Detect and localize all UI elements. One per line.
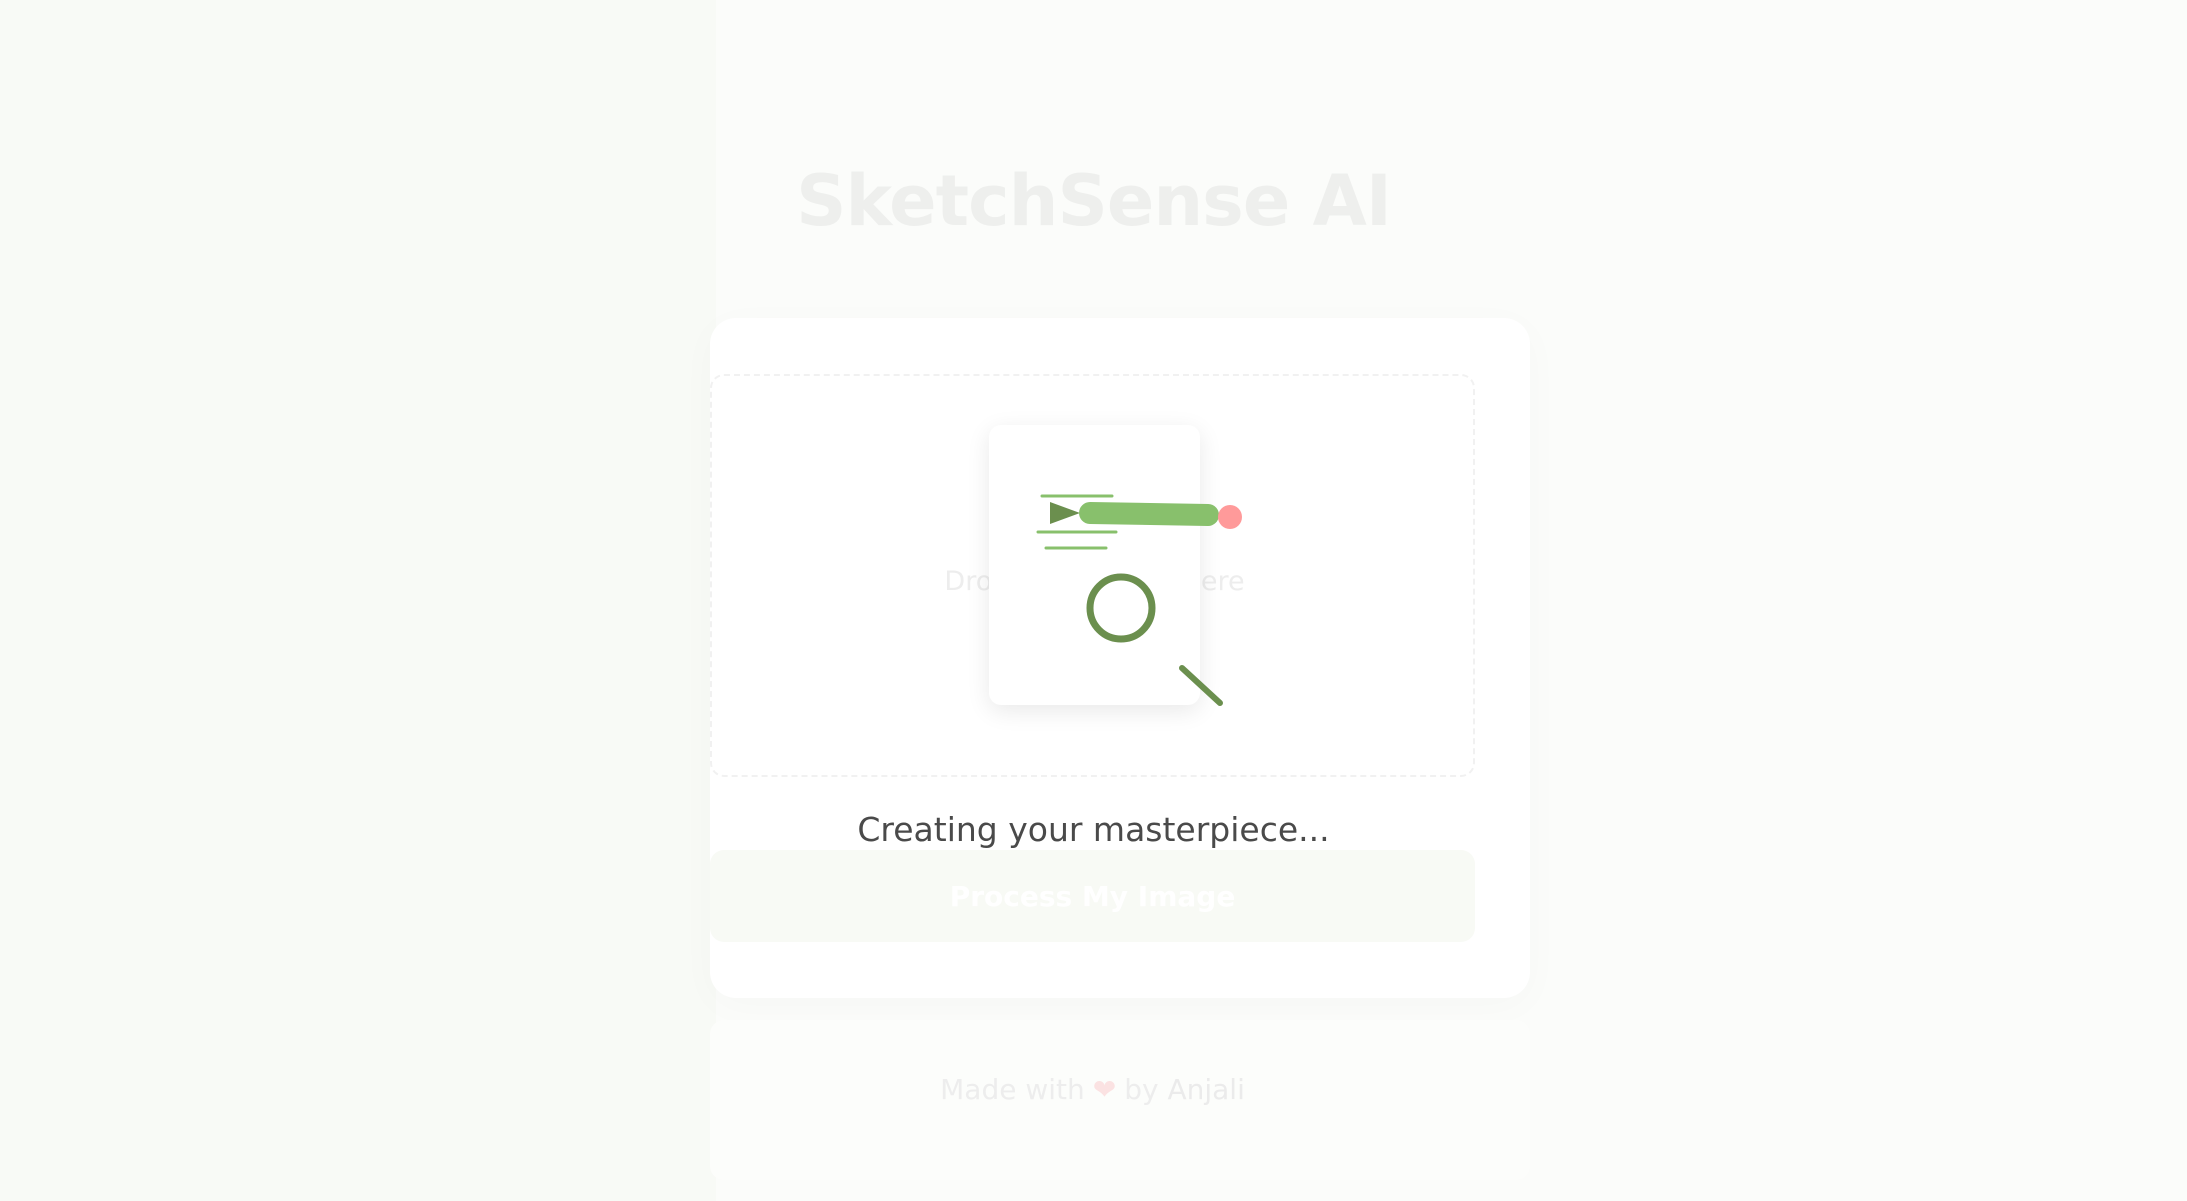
app-title: SketchSense AI xyxy=(796,160,1392,242)
footer-by: by xyxy=(1124,1073,1159,1106)
footer-made-with: Made with xyxy=(940,1073,1085,1106)
footer-credit: Made with ❤ by Anjali xyxy=(710,1073,1475,1106)
footer-author-link[interactable]: Anjali xyxy=(1167,1073,1244,1106)
process-image-button[interactable]: Process My Image xyxy=(710,850,1475,942)
footer: Made with ❤ by Anjali xyxy=(710,1020,1530,1180)
magnifier-lens xyxy=(1086,573,1156,643)
pencil-body xyxy=(1079,502,1219,526)
sketch-loader-icon xyxy=(1036,494,1242,706)
heart-icon: ❤ xyxy=(1092,1073,1117,1106)
loading-message: Creating your masterpiece... xyxy=(857,810,1330,849)
pencil-eraser xyxy=(1218,505,1242,529)
magnifier-handle xyxy=(1179,665,1223,706)
pencil-tip xyxy=(1050,502,1080,524)
